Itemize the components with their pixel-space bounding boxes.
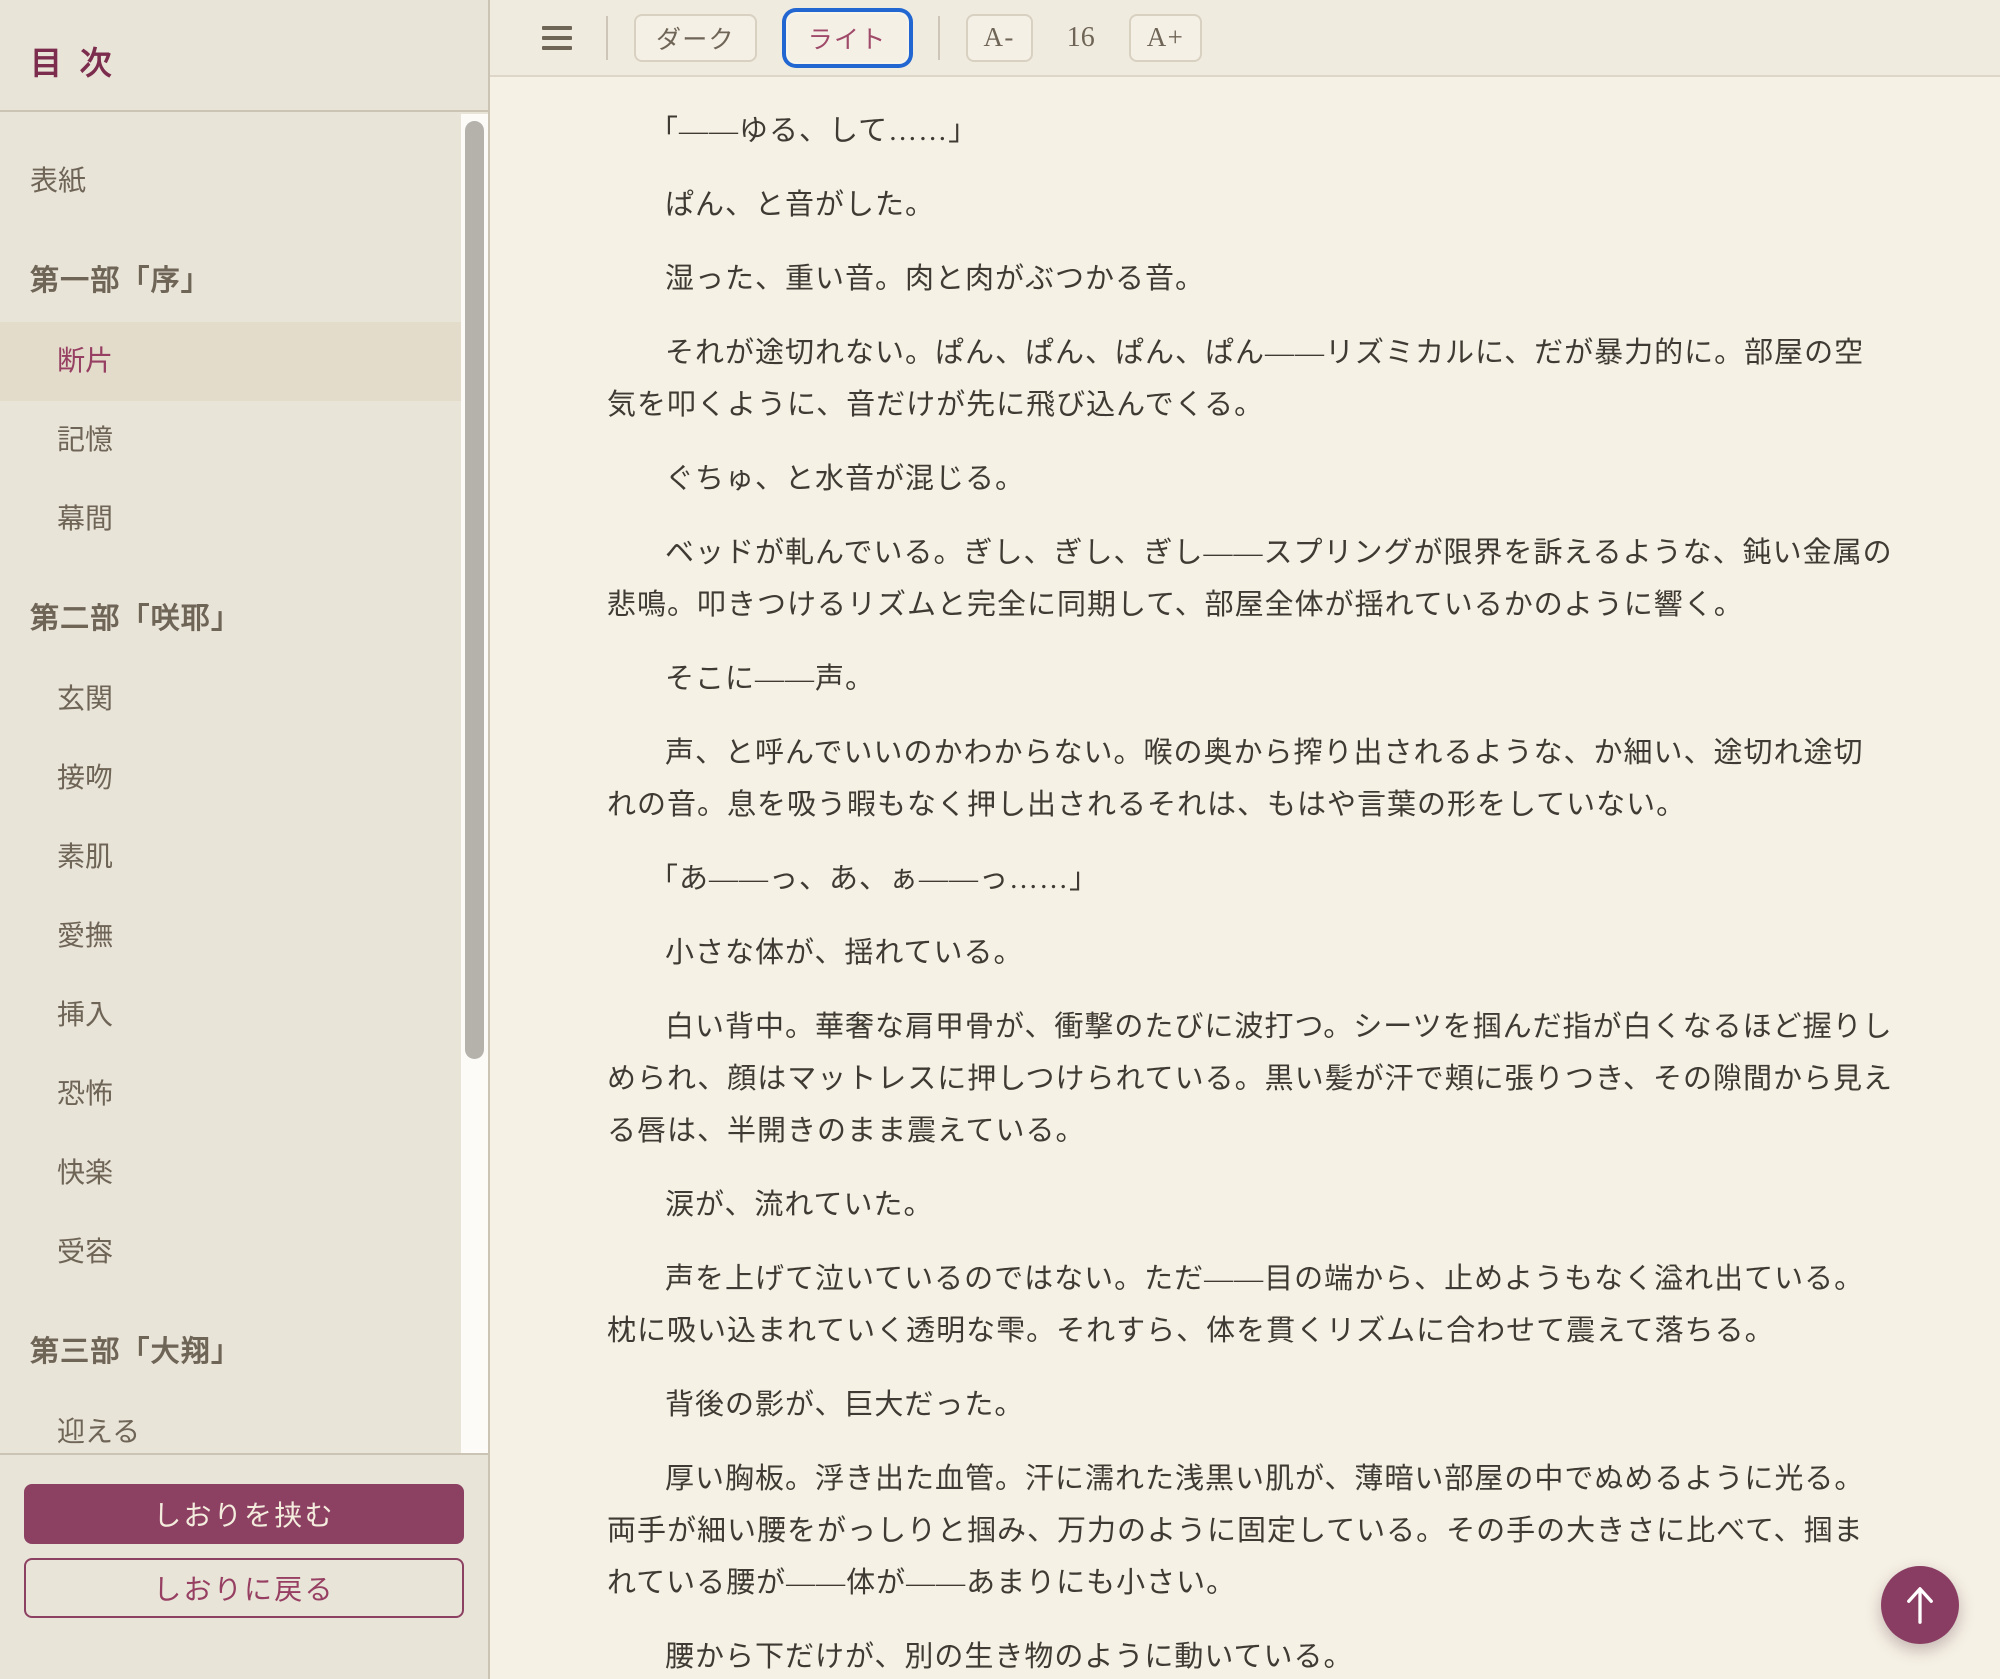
paragraph: それが途切れない。ぱん、ぱん、ぱん、ぱん――リズミカルに、だが暴力的に。部屋の空… — [607, 327, 1893, 431]
paragraph: 涙が、流れていた。 — [607, 1179, 1893, 1231]
paragraph: 白い背中。華奢な肩甲骨が、衝撃のたびに波打つ。シーツを掴んだ指が白くなるほど握り… — [607, 1001, 1893, 1157]
paragraph: 湿った、重い音。肉と肉がぶつかる音。 — [607, 253, 1893, 305]
toc-section-part2: 第二部「咲耶」 — [0, 559, 461, 660]
paragraph: 厚い胸板。浮き出た血管。汗に濡れた浅黒い肌が、薄暗い部屋の中でぬめるように光る。… — [607, 1453, 1893, 1609]
hamburger-icon[interactable] — [542, 14, 580, 62]
theme-dark-button[interactable]: ダーク — [634, 14, 757, 62]
theme-light-button[interactable]: ライト — [788, 14, 907, 62]
toolbar-divider — [606, 16, 608, 60]
toc-header: 目次 — [0, 0, 488, 112]
paragraph: 小さな体が、揺れている。 — [607, 927, 1893, 979]
paragraph: 声を上げて泣いているのではない。ただ――目の端から、止めようもなく溢れ出ている。… — [607, 1253, 1893, 1357]
scroll-to-top-button[interactable] — [1881, 1566, 1959, 1644]
toc-item-fear[interactable]: 恐怖 — [0, 1055, 461, 1134]
toc-section-part3: 第三部「大翔」 — [0, 1292, 461, 1393]
toc-item-kiss[interactable]: 接吻 — [0, 739, 461, 818]
sidebar-scrollbar-track[interactable] — [461, 114, 488, 1453]
toolbar-divider — [938, 16, 940, 60]
toc-item-insertion[interactable]: 挿入 — [0, 976, 461, 1055]
paragraph: ぱん、と音がした。 — [607, 179, 1893, 231]
reader-main: ダーク ライト A- 16 A+ 「――ゆる、して……」 ぱん、と音がした。 湿… — [490, 0, 2000, 1679]
bookmark-panel: しおりを挟む しおりに戻る — [0, 1453, 488, 1679]
toc-section-part1: 第一部「序」 — [0, 221, 461, 322]
font-size-value: 16 — [1067, 22, 1095, 54]
paragraph: 「――ゆる、して……」 — [607, 105, 1893, 157]
reader-toolbar: ダーク ライト A- 16 A+ — [490, 0, 2000, 77]
paragraph: 腰から下だけが、別の生き物のように動いている。 — [607, 1631, 1893, 1679]
toc-item-caress[interactable]: 愛撫 — [0, 897, 461, 976]
toc-item-bare-skin[interactable]: 素肌 — [0, 818, 461, 897]
toc-item-interlude[interactable]: 幕間 — [0, 480, 461, 559]
toc-item-entrance[interactable]: 玄関 — [0, 660, 461, 739]
font-increase-button[interactable]: A+ — [1129, 14, 1202, 62]
toc-item-fragment-active[interactable]: 断片 — [0, 322, 461, 401]
paragraph: ぐちゅ、と水音が混じる。 — [607, 453, 1893, 505]
paragraph: 背後の影が、巨大だった。 — [607, 1379, 1893, 1431]
toc-item-welcome[interactable]: 迎える — [0, 1393, 461, 1453]
toc-item-memory[interactable]: 記憶 — [0, 401, 461, 480]
paragraph: 声、と呼んでいいのかわからない。喉の奥から搾り出されるような、か細い、途切れ途切… — [607, 727, 1893, 831]
toc-title: 目次 — [30, 38, 458, 84]
paragraph: ベッドが軋んでいる。ぎし、ぎし、ぎし――スプリングが限界を訴えるような、鈍い金属… — [607, 527, 1893, 631]
chapter-text: 「――ゆる、して……」 ぱん、と音がした。 湿った、重い音。肉と肉がぶつかる音。… — [607, 105, 1893, 1679]
toc-item-acceptance[interactable]: 受容 — [0, 1213, 461, 1292]
toc-item-pleasure[interactable]: 快楽 — [0, 1134, 461, 1213]
ebook-reader-app: { "sidebar": { "title": "目次", "items": [… — [0, 0, 2000, 1679]
bookmark-add-button[interactable]: しおりを挟む — [24, 1484, 464, 1544]
toc-sidebar: 目次 表紙 第一部「序」 断片 記憶 幕間 第二部「咲耶」 玄関 接吻 素肌 愛… — [0, 0, 490, 1679]
toc-list: 表紙 第一部「序」 断片 記憶 幕間 第二部「咲耶」 玄関 接吻 素肌 愛撫 挿… — [0, 114, 461, 1453]
paragraph: そこに――声。 — [607, 653, 1893, 705]
paragraph: 「あ――っ、あ、ぁ――っ……」 — [607, 853, 1893, 905]
reading-pane: 「――ゆる、して……」 ぱん、と音がした。 湿った、重い音。肉と肉がぶつかる音。… — [490, 77, 2000, 1679]
font-decrease-button[interactable]: A- — [966, 14, 1033, 62]
toc-item-cover[interactable]: 表紙 — [0, 142, 461, 221]
arrow-up-icon — [1902, 1584, 1938, 1626]
bookmark-return-button[interactable]: しおりに戻る — [24, 1558, 464, 1618]
sidebar-scrollbar-thumb[interactable] — [465, 121, 484, 1059]
